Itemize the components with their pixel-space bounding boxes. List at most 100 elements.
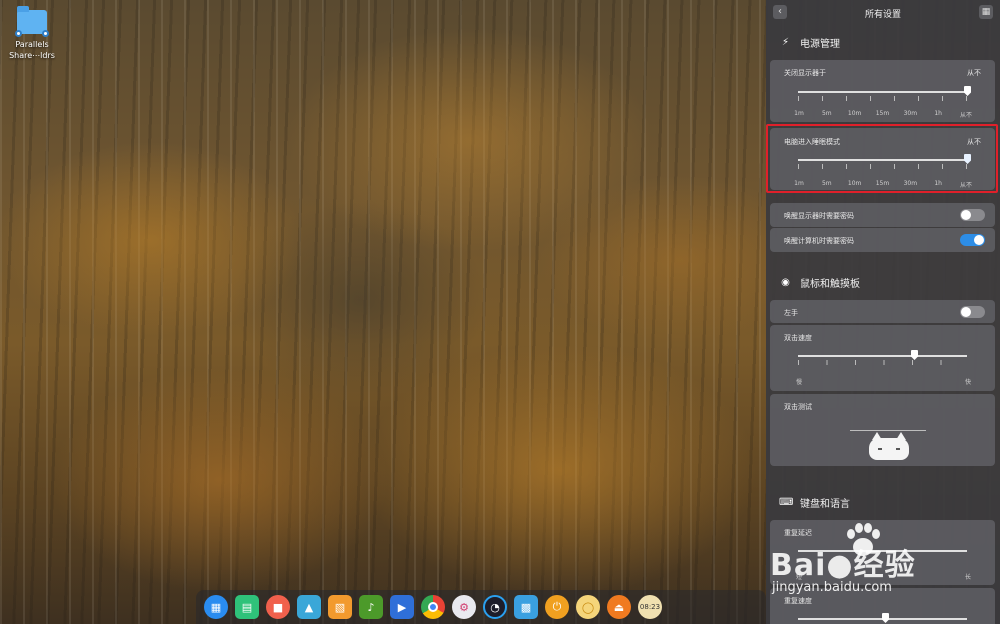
display-off-tick-labels: 1m 5m 10m 15m 30m 1h 从不 bbox=[790, 110, 975, 119]
tick-label: 1h bbox=[934, 180, 942, 187]
file-manager-icon[interactable]: ▤ bbox=[235, 595, 259, 619]
sleep-mode-value: 从不 bbox=[967, 138, 981, 146]
cat-ear-icon bbox=[896, 432, 906, 440]
desktop-icon-label: Parallels Share⋯ldrs bbox=[2, 39, 62, 61]
tick-label: 1m bbox=[794, 110, 804, 117]
power-icon[interactable]: ⏻ bbox=[545, 595, 569, 619]
left-hand-label: 左手 bbox=[784, 309, 798, 317]
link-dot-icon bbox=[42, 30, 49, 37]
keyboard-section-title: 键盘和语言 bbox=[800, 498, 850, 510]
double-click-speed-slider-handle[interactable] bbox=[911, 350, 918, 360]
parallels-shared-folders-icon[interactable]: Parallels Share⋯ldrs bbox=[8, 6, 56, 61]
power-management-icon: ⚡ bbox=[781, 36, 790, 48]
cat-eye-icon bbox=[896, 448, 900, 450]
test-area-line bbox=[850, 430, 926, 431]
repeat-delay-label: 重复延迟 bbox=[784, 529, 812, 537]
grid-icon: ▦ bbox=[981, 7, 991, 17]
wake-display-password-label: 唤醒显示器时需要密码 bbox=[784, 212, 854, 220]
cat-eye-icon bbox=[878, 448, 882, 450]
wake-computer-password-row[interactable]: 唤醒计算机时需要密码 bbox=[770, 228, 995, 252]
toggle-knob bbox=[961, 307, 971, 317]
tick-label: 5m bbox=[821, 110, 832, 117]
toggle-knob bbox=[974, 235, 984, 245]
repeat-speed-slider-handle[interactable] bbox=[882, 613, 889, 623]
sleep-mode-card: 电脑进入睡眠模式 从不 1m 5m 10m 15m 30m 1h 从不 bbox=[770, 128, 995, 190]
tick-label: 10m bbox=[847, 110, 862, 117]
repeat-delay-slider[interactable] bbox=[798, 550, 967, 552]
tick-label: 1h bbox=[934, 110, 942, 117]
mouse-icon: ◉ bbox=[781, 276, 790, 288]
clock-text: 08:23 bbox=[639, 603, 661, 611]
video-app-icon[interactable]: ■ bbox=[266, 595, 290, 619]
display-off-slider[interactable] bbox=[798, 91, 967, 93]
tick-label: 从不 bbox=[959, 182, 972, 189]
double-click-speed-label: 双击速度 bbox=[784, 334, 812, 342]
desktop-icon-label-line1: Parallels bbox=[15, 40, 49, 49]
chrome-browser-icon[interactable] bbox=[421, 595, 445, 619]
panel-header: ‹ 所有设置 ▦ bbox=[766, 0, 1000, 26]
eject-icon[interactable]: ⏏ bbox=[607, 595, 631, 619]
launcher-icon[interactable]: ▦ bbox=[204, 595, 228, 619]
panel-title: 所有设置 bbox=[864, 10, 901, 20]
tick-label: 15m bbox=[875, 180, 890, 187]
sleep-mode-tick-labels: 1m 5m 10m 15m 30m 1h 从不 bbox=[790, 180, 975, 189]
settings-panel: ‹ 所有设置 ▦ ⚡ 电源管理 关闭显示器于 从不 1m 5m 10m 15m … bbox=[766, 0, 1000, 624]
power-section-title: 电源管理 bbox=[800, 38, 840, 50]
repeat-speed-card: 重复速度 bbox=[770, 588, 995, 624]
tick-label: 5m bbox=[821, 180, 832, 187]
settings-gear-icon[interactable]: ⚙ bbox=[452, 595, 476, 619]
sleep-mode-label: 电脑进入睡眠模式 bbox=[784, 138, 840, 146]
repeat-speed-label: 重复速度 bbox=[784, 597, 812, 605]
toggle-knob bbox=[961, 210, 971, 220]
wake-computer-password-toggle[interactable] bbox=[960, 234, 985, 246]
movie-player-icon[interactable]: ▶ bbox=[390, 595, 414, 619]
tick-label: 30m bbox=[903, 180, 918, 187]
slow-label: 慢 bbox=[796, 379, 803, 386]
wake-display-password-toggle[interactable] bbox=[960, 209, 985, 221]
short-label: 短 bbox=[796, 574, 803, 581]
double-click-speed-slider[interactable] bbox=[798, 355, 967, 357]
clock-icon[interactable]: 08:23 bbox=[638, 595, 662, 619]
tick-label: 1m bbox=[794, 180, 804, 187]
tick-label: 30m bbox=[903, 110, 918, 117]
power-section-header: ⚡ 电源管理 bbox=[779, 33, 840, 51]
display-off-value: 从不 bbox=[967, 69, 981, 77]
mouse-section-title: 鼠标和触摸板 bbox=[800, 278, 860, 290]
task-manager-icon[interactable]: ▩ bbox=[514, 595, 538, 619]
double-click-test-card: 双击测试 bbox=[770, 394, 995, 466]
left-hand-row[interactable]: 左手 bbox=[770, 300, 995, 323]
double-click-speed-card: 双击速度 慢 快 bbox=[770, 325, 995, 391]
shutdown-app-icon[interactable]: ◯ bbox=[576, 595, 600, 619]
grid-view-button[interactable]: ▦ bbox=[979, 5, 993, 19]
link-dot-icon bbox=[15, 30, 22, 37]
double-click-test-cat-icon[interactable] bbox=[869, 432, 909, 460]
tick-label: 15m bbox=[875, 110, 890, 117]
music-player-icon[interactable]: ♪ bbox=[359, 595, 383, 619]
repeat-delay-card: 重复延迟 短 长 bbox=[770, 520, 995, 585]
desktop-icon-label-line2: Share⋯ldrs bbox=[9, 51, 55, 60]
display-off-slider-handle[interactable] bbox=[964, 86, 971, 96]
double-click-test-label: 双击测试 bbox=[784, 403, 812, 411]
long-label: 长 bbox=[964, 574, 971, 581]
sleep-mode-slider-handle[interactable] bbox=[964, 154, 971, 164]
sleep-mode-slider[interactable] bbox=[798, 159, 967, 161]
folder-icon bbox=[15, 6, 49, 37]
tick-label: 从不 bbox=[959, 112, 972, 119]
keyboard-icon: ⌨ bbox=[779, 496, 794, 508]
display-off-ticks bbox=[798, 96, 967, 101]
display-off-label: 关闭显示器于 bbox=[784, 69, 826, 77]
dock: ▦ ▤ ■ ▲ ▧ ♪ ▶ ⚙ ◔ ▩ ⏻ ◯ ⏏ 08:23 bbox=[196, 590, 766, 624]
archive-manager-icon[interactable]: ▧ bbox=[328, 595, 352, 619]
tick-label: 10m bbox=[847, 180, 862, 187]
app-store-icon[interactable]: ▲ bbox=[297, 595, 321, 619]
keyboard-section-header: ⌨ 键盘和语言 bbox=[779, 493, 850, 511]
left-hand-toggle[interactable] bbox=[960, 306, 985, 318]
double-click-speed-ticks bbox=[798, 360, 967, 365]
sleep-mode-ticks bbox=[798, 164, 967, 169]
mouse-section-header: ◉ 鼠标和触摸板 bbox=[779, 273, 860, 291]
system-monitor-icon[interactable]: ◔ bbox=[483, 595, 507, 619]
wake-display-password-row[interactable]: 唤醒显示器时需要密码 bbox=[770, 203, 995, 227]
wake-computer-password-label: 唤醒计算机时需要密码 bbox=[784, 237, 854, 245]
cat-ear-icon bbox=[872, 432, 882, 440]
fast-label: 快 bbox=[964, 379, 971, 386]
